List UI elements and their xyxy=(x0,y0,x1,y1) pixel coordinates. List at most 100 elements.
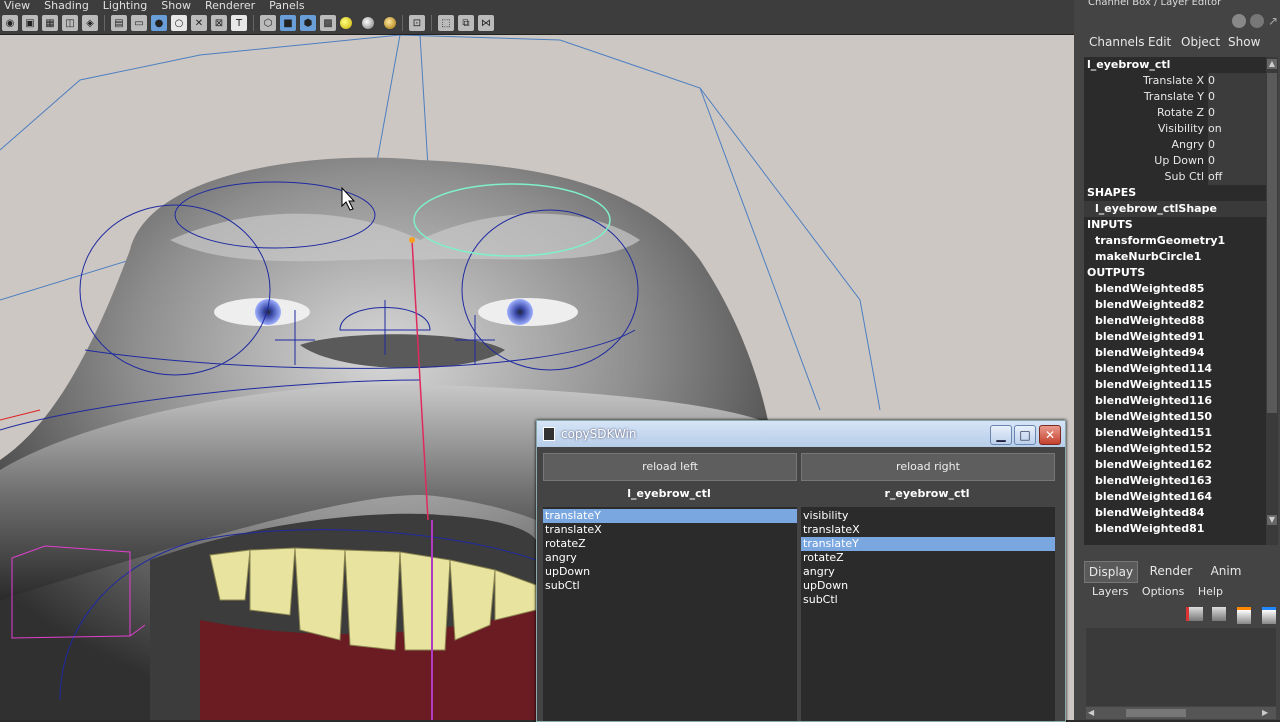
list-item[interactable]: upDown xyxy=(543,565,797,579)
attr-row[interactable]: Up Down 0 xyxy=(1084,153,1266,169)
menu-layers[interactable]: Layers xyxy=(1092,585,1128,598)
safe-title-icon[interactable]: T xyxy=(231,15,247,31)
camera-select-icon[interactable]: ◉ xyxy=(2,15,18,31)
menu-panels[interactable]: Panels xyxy=(269,0,304,12)
list-item[interactable]: subCtl xyxy=(543,579,797,593)
layer-options-icon[interactable] xyxy=(1262,607,1276,624)
output-item[interactable]: blendWeighted162 xyxy=(1084,457,1266,473)
list-item[interactable]: visibility xyxy=(801,509,1055,523)
menu-renderer[interactable]: Renderer xyxy=(205,0,255,12)
tab-anim[interactable]: Anim xyxy=(1202,561,1250,581)
output-item[interactable]: blendWeighted82 xyxy=(1084,297,1266,313)
shadows-icon[interactable] xyxy=(362,17,374,29)
menu-options[interactable]: Options xyxy=(1142,585,1184,598)
snapshot-icon[interactable]: ◈ xyxy=(82,15,98,31)
bookmark-icon[interactable]: ▦ xyxy=(42,15,58,31)
input-item[interactable]: makeNurbCircle1 xyxy=(1084,249,1266,265)
list-item[interactable]: translateY xyxy=(543,509,797,523)
attr-value[interactable]: 0 xyxy=(1208,89,1266,105)
output-item[interactable]: blendWeighted94 xyxy=(1084,345,1266,361)
use-all-lights-icon[interactable] xyxy=(340,17,352,29)
layer-horizontal-scrollbar[interactable]: ◀ ▶ xyxy=(1086,707,1276,719)
safe-action-icon[interactable]: ⊠ xyxy=(211,15,227,31)
new-layer-icon[interactable] xyxy=(1212,607,1226,621)
new-layer-empty-icon[interactable] xyxy=(1186,607,1203,621)
menu-lighting[interactable]: Lighting xyxy=(103,0,147,12)
wireframe-icon[interactable]: ⬡ xyxy=(260,15,276,31)
menu-help[interactable]: Help xyxy=(1198,585,1223,598)
menu-object[interactable]: Object xyxy=(1181,35,1220,49)
window-titlebar[interactable]: copySDKWin ▁ □ ✕ xyxy=(537,421,1065,447)
xray-icon[interactable]: ⬚ xyxy=(438,15,454,31)
reload-right-button[interactable]: reload right xyxy=(801,453,1055,481)
scroll-thumb[interactable] xyxy=(1267,73,1277,413)
camera-attributes-icon[interactable]: ▣ xyxy=(22,15,38,31)
output-item[interactable]: blendWeighted115 xyxy=(1084,377,1266,393)
menu-show[interactable]: Show xyxy=(161,0,191,12)
output-item[interactable]: blendWeighted150 xyxy=(1084,409,1266,425)
list-item[interactable]: translateX xyxy=(543,523,797,537)
right-attribute-list[interactable]: visibility translateX translateY rotateZ… xyxy=(801,507,1055,721)
menu-edit[interactable]: Edit xyxy=(1148,35,1171,49)
list-item[interactable]: angry xyxy=(801,565,1055,579)
float-panel-icon[interactable] xyxy=(1250,14,1264,28)
output-item[interactable]: blendWeighted164 xyxy=(1084,489,1266,505)
list-item[interactable]: translateY xyxy=(801,537,1055,551)
panel-toggle-icon[interactable] xyxy=(1232,14,1246,28)
output-item[interactable]: blendWeighted116 xyxy=(1084,393,1266,409)
left-attribute-list[interactable]: translateY translateX rotateZ angry upDo… xyxy=(543,507,797,721)
tab-render[interactable]: Render xyxy=(1144,561,1198,581)
output-item[interactable]: blendWeighted84 xyxy=(1084,505,1266,521)
scroll-left-icon[interactable]: ◀ xyxy=(1088,708,1098,718)
grid-icon[interactable]: ▤ xyxy=(111,15,127,31)
output-item[interactable]: blendWeighted163 xyxy=(1084,473,1266,489)
list-item[interactable]: rotateZ xyxy=(801,551,1055,565)
attr-value[interactable]: 0 xyxy=(1208,73,1266,89)
attr-value[interactable]: 0 xyxy=(1208,137,1266,153)
share-icon[interactable]: ⋈ xyxy=(478,15,494,31)
channel-box-scrollbar[interactable]: ▲ ▼ xyxy=(1266,57,1278,545)
attr-value[interactable]: off xyxy=(1208,169,1266,185)
close-button[interactable]: ✕ xyxy=(1039,425,1061,445)
textured-icon[interactable]: ▩ xyxy=(320,15,336,31)
attr-row[interactable]: Translate Y 0 xyxy=(1084,89,1266,105)
gate-mask-icon[interactable]: ○ xyxy=(171,15,187,31)
tab-display[interactable]: Display xyxy=(1084,561,1138,583)
attr-value[interactable]: 0 xyxy=(1208,105,1266,121)
smooth-shade-icon[interactable]: ■ xyxy=(280,15,296,31)
attr-row[interactable]: Visibility on xyxy=(1084,121,1266,137)
pin-icon[interactable]: ↗ xyxy=(1268,14,1278,28)
minimize-button[interactable]: ▁ xyxy=(990,425,1012,445)
list-item[interactable]: translateX xyxy=(801,523,1055,537)
output-item[interactable]: blendWeighted85 xyxy=(1084,281,1266,297)
field-chart-icon[interactable]: ✕ xyxy=(191,15,207,31)
input-item[interactable]: transformGeometry1 xyxy=(1084,233,1266,249)
hscroll-thumb[interactable] xyxy=(1126,709,1186,717)
high-quality-icon[interactable] xyxy=(384,17,396,29)
resolution-gate-icon[interactable]: ● xyxy=(151,15,167,31)
menu-shading[interactable]: Shading xyxy=(44,0,89,12)
attr-row[interactable]: Rotate Z 0 xyxy=(1084,105,1266,121)
image-plane-icon[interactable]: ◫ xyxy=(62,15,78,31)
channel-box-list[interactable]: l_eyebrow_ctl Translate X0 Translate Y0 … xyxy=(1084,57,1266,545)
output-item[interactable]: blendWeighted152 xyxy=(1084,441,1266,457)
wireframe-on-shaded-icon[interactable]: ⬢ xyxy=(300,15,316,31)
attr-row[interactable]: Sub Ctl off xyxy=(1084,169,1266,185)
shape-item[interactable]: l_eyebrow_ctlShape xyxy=(1084,201,1266,217)
output-item[interactable]: blendWeighted91 xyxy=(1084,329,1266,345)
scroll-down-icon[interactable]: ▼ xyxy=(1267,515,1277,525)
list-item[interactable]: angry xyxy=(543,551,797,565)
output-item[interactable]: blendWeighted81 xyxy=(1084,521,1266,537)
menu-view[interactable]: View xyxy=(4,0,30,12)
scroll-up-icon[interactable]: ▲ xyxy=(1267,59,1277,69)
attr-row[interactable]: Angry 0 xyxy=(1084,137,1266,153)
output-item[interactable]: blendWeighted151 xyxy=(1084,425,1266,441)
list-item[interactable]: upDown xyxy=(801,579,1055,593)
attr-row[interactable]: Translate X 0 xyxy=(1084,73,1266,89)
output-item[interactable]: blendWeighted88 xyxy=(1084,313,1266,329)
output-item[interactable]: blendWeighted114 xyxy=(1084,361,1266,377)
list-item[interactable]: subCtl xyxy=(801,593,1055,607)
attr-value[interactable]: on xyxy=(1208,121,1266,137)
scroll-right-icon[interactable]: ▶ xyxy=(1262,708,1272,718)
reload-left-button[interactable]: reload left xyxy=(543,453,797,481)
